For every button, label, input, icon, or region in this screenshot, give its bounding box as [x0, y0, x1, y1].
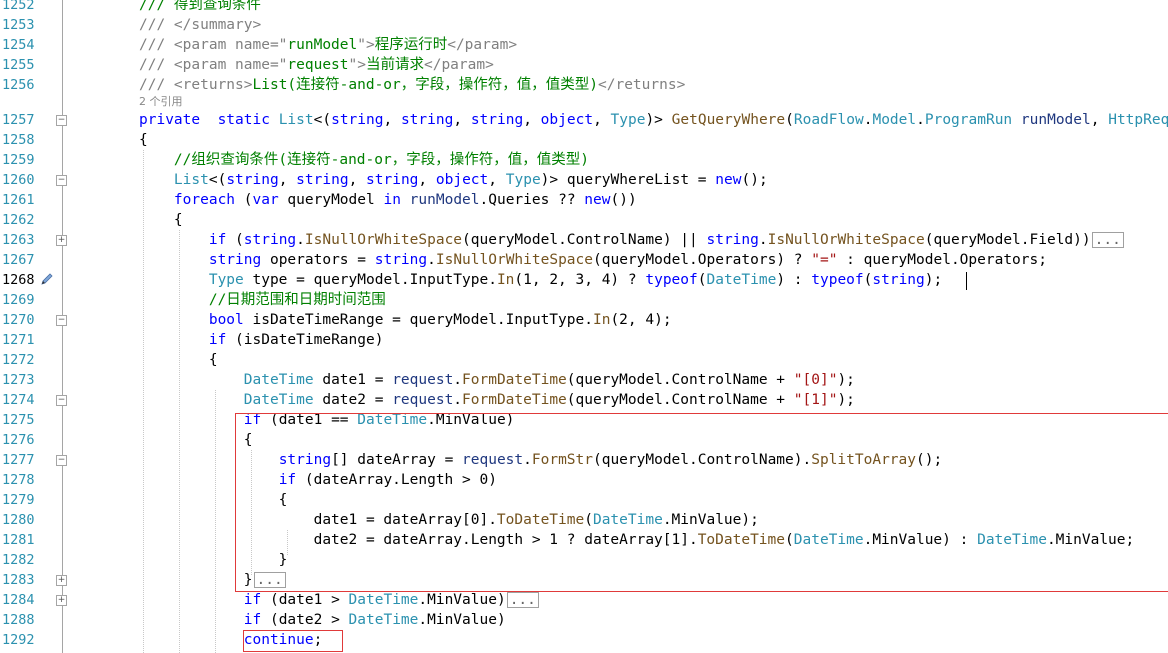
- line-number: 1269: [2, 292, 35, 308]
- code-line[interactable]: 1263 + if (string.IsNullOrWhiteSpace(quer…: [0, 230, 1168, 250]
- indent-guide: [179, 230, 180, 653]
- highlight-box-continue: [243, 630, 343, 652]
- code-text: List<(string, string, string, object, Ty…: [173, 172, 768, 188]
- indent-guide: [215, 390, 216, 653]
- line-number: 1282: [2, 552, 35, 568]
- code-line[interactable]: 1257 − private static List<(string, string…: [0, 110, 1168, 130]
- collapse-icon[interactable]: −: [56, 455, 67, 466]
- code-line[interactable]: 1274 − DateTime date2 = request.FormDateT…: [0, 390, 1168, 410]
- line-number: 1254: [2, 37, 35, 53]
- code-line[interactable]: 1261 foreach (var queryModel in runModel…: [0, 190, 1168, 210]
- code-text: {: [139, 212, 183, 228]
- line-number: 1279: [2, 492, 35, 508]
- code-text: /// <returns>List(连接符-and-or，字段，操作符，值，值类…: [139, 77, 686, 93]
- line-number: 1274: [2, 392, 35, 408]
- code-line[interactable]: 1273 DateTime date1 = request.FormDateTi…: [0, 370, 1168, 390]
- code-text: private static List<(string, string, str…: [139, 112, 1168, 128]
- code-line[interactable]: 1269 //日期范围和日期时间范围: [0, 290, 1168, 310]
- line-number: 1273: [2, 372, 35, 388]
- line-number: 1260: [2, 172, 35, 188]
- line-number: 1275: [2, 412, 35, 428]
- expand-icon[interactable]: +: [56, 235, 67, 246]
- code-text: DateTime date2 = request.FormDateTime(qu…: [243, 392, 855, 408]
- code-line[interactable]: 1271 if (isDateTimeRange): [0, 330, 1168, 350]
- code-text: /// <param name="runModel">程序运行时</param>: [139, 37, 518, 53]
- line-number: 1252: [2, 0, 35, 13]
- collapsed-block[interactable]: ...: [1091, 232, 1124, 248]
- line-number: 1288: [2, 612, 35, 628]
- code-line[interactable]: 1255 /// <param name="request">当前请求</para…: [0, 55, 1168, 75]
- code-text: Type type = queryModel.InputType.In(1, 2…: [208, 272, 943, 288]
- line-number: 1258: [2, 132, 35, 148]
- collapsed-block[interactable]: ...: [506, 592, 539, 608]
- line-number: 1261: [2, 192, 35, 208]
- collapse-icon[interactable]: −: [56, 175, 67, 186]
- code-line[interactable]: 1288 if (date2 > DateTime.MinValue): [0, 610, 1168, 630]
- collapse-icon[interactable]: −: [56, 395, 67, 406]
- line-number: 1284: [2, 592, 35, 608]
- codelens-references[interactable]: 2 个引用: [139, 94, 183, 110]
- code-line[interactable]: 1270 − bool isDateTimeRange = queryModel.…: [0, 310, 1168, 330]
- code-line[interactable]: 1292 continue;: [0, 630, 1168, 650]
- code-text: bool isDateTimeRange = queryModel.InputT…: [208, 312, 672, 328]
- code-line[interactable]: 1272 {: [0, 350, 1168, 370]
- line-number: 1277: [2, 452, 35, 468]
- indent-guide: [143, 150, 144, 653]
- code-text: /// <param name="request">当前请求</param>: [139, 57, 494, 73]
- line-number: 1263: [2, 232, 35, 248]
- code-editor[interactable]: 1252 /// 得到查询条件 1253 /// </summary> 1254 /// …: [0, 0, 1168, 653]
- code-line[interactable]: 1258 {: [0, 130, 1168, 150]
- line-number: 1255: [2, 57, 35, 73]
- code-line[interactable]: 1268 Type type = queryModel.InputType.In…: [0, 270, 1168, 290]
- code-text: if (string.IsNullOrWhiteSpace(queryModel…: [139, 230, 1124, 250]
- code-line[interactable]: 1262 {: [0, 210, 1168, 230]
- line-number: 1253: [2, 17, 35, 33]
- code-text: if (date1 > DateTime.MinValue)...: [139, 590, 539, 610]
- code-text: //日期范围和日期时间范围: [139, 292, 386, 308]
- line-number: 1257: [2, 112, 35, 128]
- code-text: if (isDateTimeRange): [208, 332, 384, 348]
- line-number: 1262: [2, 212, 35, 228]
- line-number: 1280: [2, 512, 35, 528]
- line-number: 1267: [2, 252, 35, 268]
- collapse-icon[interactable]: −: [56, 315, 67, 326]
- code-text: //组织查询条件(连接符-and-or，字段，操作符，值，值类型): [139, 152, 589, 168]
- line-number: 1276: [2, 432, 35, 448]
- code-line[interactable]: 1254 /// <param name="runModel">程序运行时</pa…: [0, 35, 1168, 55]
- line-number: 1292: [2, 632, 35, 648]
- text-caret: [966, 272, 967, 290]
- code-text: if (date2 > DateTime.MinValue): [243, 612, 506, 628]
- line-number: 1278: [2, 472, 35, 488]
- collapse-icon[interactable]: −: [56, 115, 67, 126]
- code-text: /// 得到查询条件: [139, 0, 261, 13]
- code-text: DateTime date1 = request.FormDateTime(qu…: [243, 372, 855, 388]
- line-number: 1259: [2, 152, 35, 168]
- code-text: /// </summary>: [139, 17, 262, 33]
- code-text: foreach (var queryModel in runModel.Quer…: [173, 192, 637, 208]
- code-line[interactable]: 1256 /// <returns>List(连接符-and-or，字段，操作符，…: [0, 75, 1168, 95]
- code-line[interactable]: 1267 string operators = string.IsNullOrW…: [0, 250, 1168, 270]
- line-number: 1272: [2, 352, 35, 368]
- line-number: 1271: [2, 332, 35, 348]
- line-number: 1256: [2, 77, 35, 93]
- edit-pencil-icon: [41, 273, 53, 285]
- line-number: 1268: [2, 272, 35, 288]
- highlight-box-date-check: [235, 413, 1168, 592]
- code-line[interactable]: 1253 /// </summary>: [0, 15, 1168, 35]
- line-number: 1270: [2, 312, 35, 328]
- line-number: 1281: [2, 532, 35, 548]
- code-line[interactable]: 1260 − List<(string, string, string, obje…: [0, 170, 1168, 190]
- code-line[interactable]: 1252 /// 得到查询条件: [0, 0, 1168, 15]
- line-number: 1283: [2, 572, 35, 588]
- expand-icon[interactable]: +: [56, 575, 67, 586]
- code-line[interactable]: 1259 //组织查询条件(连接符-and-or，字段，操作符，值，值类型): [0, 150, 1168, 170]
- expand-icon[interactable]: +: [56, 595, 67, 606]
- code-text: string operators = string.IsNullOrWhiteS…: [208, 252, 1047, 268]
- code-line[interactable]: 1284 + if (date1 > DateTime.MinValue)...: [0, 590, 1168, 610]
- code-text: {: [139, 132, 148, 148]
